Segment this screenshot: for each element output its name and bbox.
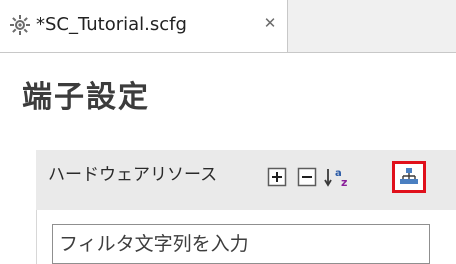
hierarchy-button[interactable] bbox=[392, 161, 426, 193]
sort-az-icon[interactable]: a z bbox=[324, 166, 352, 188]
filter-placeholder: フィルタ文字列を入力 bbox=[59, 233, 249, 255]
close-icon[interactable]: ✕ bbox=[262, 15, 278, 31]
filter-input[interactable]: フィルタ文字列を入力 bbox=[52, 224, 430, 264]
hardware-resources-section: ハードウェアリソース a z bbox=[36, 150, 456, 210]
editor-tab-bar: *SC_Tutorial.scfg ✕ bbox=[0, 0, 456, 53]
svg-text:z: z bbox=[341, 176, 347, 188]
page-title: 端子設定 bbox=[22, 80, 150, 115]
gear-icon bbox=[10, 15, 30, 35]
collapse-all-icon[interactable] bbox=[296, 166, 318, 188]
tab-sc-tutorial[interactable]: *SC_Tutorial.scfg ✕ bbox=[0, 0, 288, 52]
section-title: ハードウェアリソース bbox=[48, 165, 218, 185]
expand-all-icon[interactable] bbox=[266, 166, 288, 188]
divider bbox=[36, 210, 37, 264]
tab-title: *SC_Tutorial.scfg bbox=[36, 14, 187, 35]
hierarchy-icon bbox=[400, 168, 418, 184]
